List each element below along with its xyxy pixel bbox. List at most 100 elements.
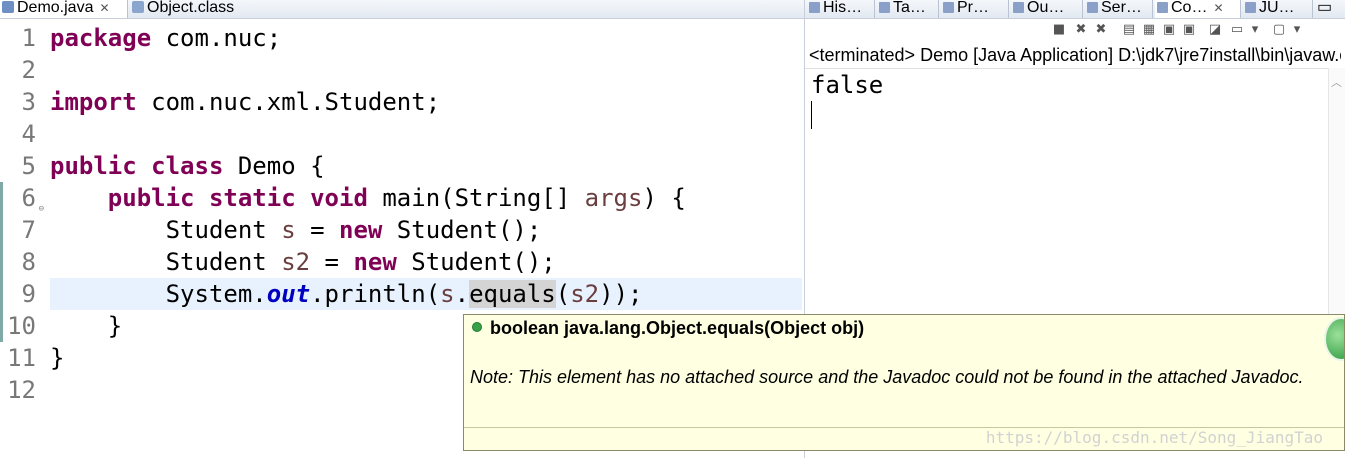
code-text: = — [310, 248, 354, 276]
code-text: )); — [599, 280, 643, 308]
word-wrap-icon[interactable]: ▣ — [1161, 22, 1177, 38]
code-text: Student(); — [382, 216, 542, 244]
line-number: 11 — [7, 344, 36, 372]
tab-label: Ou… — [1027, 0, 1065, 16]
tab-label: Co… — [1171, 0, 1208, 16]
keyword: void — [295, 184, 368, 212]
view-minimize[interactable]: ▭ — [1315, 0, 1345, 18]
display-console-icon[interactable]: ▭ — [1229, 22, 1245, 38]
line-number: 12 — [7, 376, 36, 404]
code-text: = — [295, 216, 339, 244]
java-file-icon — [2, 1, 14, 13]
hovered-method[interactable]: equals — [469, 280, 556, 308]
console-header: <terminated> Demo [Java Application] D:\… — [809, 45, 1341, 65]
code-line-8[interactable]: Student s2 = new Student(); — [50, 246, 802, 278]
line-number: 2 — [21, 56, 36, 84]
code-line-7[interactable]: Student s = new Student(); — [50, 214, 802, 246]
servers-icon — [1087, 2, 1098, 13]
chevron-down-icon[interactable]: ▾ — [1289, 22, 1305, 38]
code-text: System. — [50, 280, 267, 308]
code-line-3[interactable]: import com.nuc.xml.Student; — [50, 86, 802, 118]
code-text: Student(); — [396, 248, 556, 276]
tab-problems[interactable]: Pr… — [941, 0, 1009, 18]
tab-label: Pr… — [957, 0, 989, 16]
javadoc-note: Note: This element has no attached sourc… — [470, 367, 1304, 387]
line-number: 8 — [21, 248, 36, 276]
chevron-up-icon[interactable]: ︿ — [1331, 74, 1342, 90]
vertical-scrollbar[interactable]: ︿ — [1328, 68, 1345, 318]
code-line-9-current[interactable]: System.out.println(s.equals(s2)); — [50, 278, 802, 310]
remove-launch-icon[interactable]: ✖ — [1073, 22, 1089, 38]
green-circle-icon[interactable] — [1324, 317, 1344, 361]
code-line-5[interactable]: public class Demo { — [50, 150, 802, 182]
tab-demo-java[interactable]: Demo.java ✕ — [0, 0, 128, 18]
code-text: com.nuc; — [151, 24, 282, 52]
keyword: public — [50, 152, 137, 180]
class-file-icon — [132, 1, 144, 13]
minimize-icon: ▭ — [1317, 0, 1333, 16]
code-text: Student — [50, 216, 282, 244]
public-method-icon — [472, 322, 482, 332]
tab-label: His… — [823, 0, 863, 16]
tasks-icon — [879, 2, 890, 13]
tab-history[interactable]: His… — [807, 0, 875, 18]
keyword: new — [339, 216, 383, 244]
tab-label: Ta… — [893, 0, 926, 16]
line-number: 1 — [21, 24, 36, 52]
line-number: 4 — [21, 120, 36, 148]
tab-outline[interactable]: Ou… — [1011, 0, 1083, 18]
code-line-2[interactable] — [50, 54, 802, 86]
code-line-4[interactable] — [50, 118, 802, 150]
code-text: .println( — [310, 280, 441, 308]
watermark: https://blog.csdn.net/Song_JiangTao — [985, 428, 1323, 447]
tab-console[interactable]: Co… ✕ — [1155, 0, 1241, 18]
chevron-down-icon[interactable]: ▾ — [1247, 22, 1263, 38]
problems-icon — [943, 2, 954, 13]
line-number: 6 — [21, 184, 36, 212]
local-variable: s2 — [570, 280, 600, 308]
tab-demo-java-label: Demo.java — [17, 0, 94, 16]
view-tab-bar: His… Ta… Pr… Ou… Ser… Co… ✕ JU… ▭ — [805, 0, 1345, 19]
line-number: 3 — [21, 88, 36, 116]
show-on-output-icon[interactable]: ▣ — [1181, 22, 1197, 38]
keyword: package — [50, 24, 152, 52]
pin-console-icon[interactable]: ◪ — [1207, 22, 1223, 38]
outline-icon — [1013, 2, 1024, 13]
code-text: com.nuc.xml.Student; — [136, 88, 441, 116]
close-icon[interactable]: ✕ — [99, 1, 109, 15]
line-number-with-fold: 6 ⊖ — [0, 182, 44, 214]
code-text: } — [50, 344, 65, 372]
close-icon[interactable]: ✕ — [1213, 1, 1223, 15]
tab-object-class[interactable]: Object.class — [130, 0, 280, 18]
text-caret — [811, 101, 812, 129]
line-number: 7 — [21, 216, 36, 244]
local-variable: s2 — [281, 248, 311, 276]
method-signature: boolean java.lang.Object.equals(Object o… — [490, 318, 865, 338]
line-number: 5 — [21, 152, 36, 180]
tab-junit[interactable]: JU… — [1243, 0, 1313, 18]
console-toolbar: ■ ✖ ✖ ▤ ▦ ▣ ▣ ◪ ▭ ▾ ▢ ▾ — [1045, 22, 1345, 40]
scroll-lock-icon[interactable]: ▦ — [1141, 22, 1157, 38]
console-output-text: false — [811, 71, 884, 99]
keyword: new — [353, 248, 397, 276]
tab-tasks[interactable]: Ta… — [877, 0, 939, 18]
clear-console-icon[interactable]: ▤ — [1121, 22, 1137, 38]
editor-tab-bar: Demo.java ✕ Object.class — [0, 0, 804, 19]
code-line-1[interactable]: package com.nuc; — [50, 22, 802, 54]
local-variable: s — [440, 280, 455, 308]
terminate-icon[interactable]: ■ — [1051, 22, 1067, 38]
code-line-6[interactable]: public static void main(String[] args) { — [50, 182, 802, 214]
keyword: static — [194, 184, 296, 212]
line-number: 9 — [21, 280, 36, 308]
remove-all-terminated-icon[interactable]: ✖ — [1093, 22, 1109, 38]
code-text: Student — [50, 248, 282, 276]
open-console-icon[interactable]: ▢ — [1271, 22, 1287, 38]
tab-label: Ser… — [1101, 0, 1142, 16]
code-text: main(String[] — [367, 184, 585, 212]
tab-servers[interactable]: Ser… — [1085, 0, 1153, 18]
console-icon — [1157, 2, 1168, 13]
console-output-area[interactable]: false — [805, 68, 1330, 317]
parameter: args — [584, 184, 643, 212]
code-text: Demo { — [223, 152, 325, 180]
